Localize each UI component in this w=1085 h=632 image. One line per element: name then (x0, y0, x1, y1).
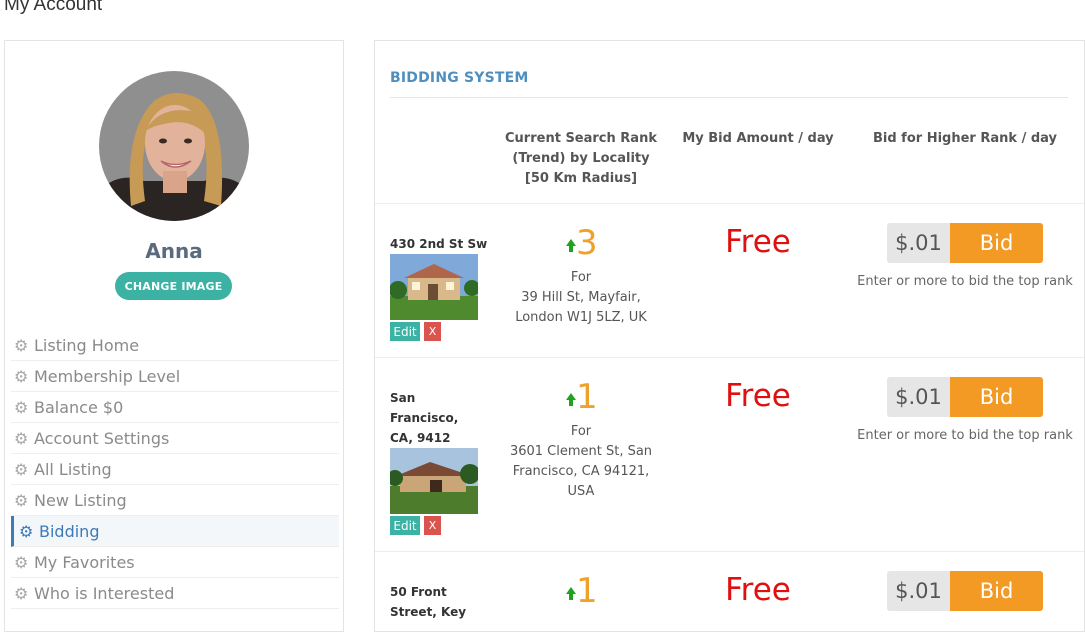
bidding-panel: BIDDING SYSTEM Current Search Rank (Tren… (374, 40, 1085, 632)
gear-icon: ⚙ (14, 397, 29, 417)
sidebar-item-label: All Listing (34, 459, 112, 479)
sidebar-item-new-listing[interactable]: ⚙ New Listing (11, 485, 339, 516)
delete-button[interactable]: X (424, 516, 441, 535)
my-bid-amount: Free (725, 224, 791, 260)
sidebar-item-label: Bidding (39, 521, 100, 541)
bid-amount-input[interactable]: $.01 (887, 571, 950, 611)
divider (375, 551, 1084, 552)
listing-address: San Francisco, CA, 9412 (390, 391, 459, 445)
divider (390, 97, 1068, 98)
sidebar-item-all-listing[interactable]: ⚙ All Listing (11, 454, 339, 485)
locality-address: 39 Hill St, Mayfair, London W1J 5LZ, UK (515, 290, 647, 325)
avatar (99, 71, 249, 221)
column-header-my-bid: My Bid Amount / day (682, 131, 834, 146)
bid-button[interactable]: Bid (950, 571, 1043, 611)
sidebar-item-who-is-interested[interactable]: ⚙ Who is Interested (11, 578, 339, 609)
sidebar-menu: ⚙ Listing Home ⚙ Membership Level ⚙ Bala… (11, 330, 339, 609)
column-header-rank: Current Search Rank (Trend) by Locality … (505, 131, 657, 186)
sidebar-item-membership-level[interactable]: ⚙ Membership Level (11, 361, 339, 392)
edit-button[interactable]: Edit (390, 322, 420, 341)
gear-icon: ⚙ (14, 335, 29, 355)
search-rank: 3 (576, 223, 598, 263)
bid-control: $.01 Bid (887, 223, 1043, 263)
listing-thumbnail[interactable] (390, 448, 478, 514)
sidebar-item-label: Balance $0 (34, 397, 124, 417)
gear-icon: ⚙ (14, 552, 29, 572)
bid-control: $.01 Bid (887, 571, 1043, 611)
gear-icon: ⚙ (14, 490, 29, 510)
divider (375, 357, 1084, 358)
sidebar-item-label: Listing Home (34, 335, 140, 355)
change-image-button[interactable]: CHANGE IMAGE (115, 272, 232, 300)
bid-amount-input[interactable]: $.01 (887, 377, 950, 417)
gear-icon: ⚙ (14, 366, 29, 386)
bid-help-text: Enter or more to bid the top rank (857, 274, 1073, 289)
locality-address: 3601 Clement St, San Francisco, CA 94121… (509, 444, 653, 499)
gear-icon: ⚙ (14, 583, 29, 603)
sidebar-item-label: Account Settings (34, 428, 170, 448)
sidebar-item-bidding[interactable]: ⚙ Bidding (11, 516, 339, 547)
sidebar: Anna CHANGE IMAGE ⚙ Listing Home ⚙ Membe… (4, 40, 344, 632)
for-label: For (570, 270, 592, 285)
listing-address: 430 2nd St Sw (390, 237, 488, 251)
delete-button[interactable]: X (424, 322, 441, 341)
my-bid-amount: Free (725, 378, 791, 414)
sidebar-item-account-settings[interactable]: ⚙ Account Settings (11, 423, 339, 454)
divider (375, 203, 1084, 204)
for-label: For (570, 424, 592, 439)
search-rank: 1 (576, 571, 598, 611)
bid-button[interactable]: Bid (950, 377, 1043, 417)
listing-address: 50 Front Street, Key (390, 585, 467, 619)
listing-thumbnail[interactable] (390, 254, 478, 320)
sidebar-item-listing-home[interactable]: ⚙ Listing Home (11, 330, 339, 361)
bid-help-text: Enter or more to bid the top rank (857, 428, 1073, 443)
bid-amount-input[interactable]: $.01 (887, 223, 950, 263)
page-title: My Account (4, 0, 103, 15)
sidebar-item-balance[interactable]: ⚙ Balance $0 (11, 392, 339, 423)
search-rank: 1 (576, 377, 598, 417)
sidebar-item-my-favorites[interactable]: ⚙ My Favorites (11, 547, 339, 578)
user-name: Anna (145, 239, 203, 263)
bid-control: $.01 Bid (887, 377, 1043, 417)
gear-icon: ⚙ (19, 521, 34, 541)
section-title: BIDDING SYSTEM (390, 70, 529, 86)
gear-icon: ⚙ (14, 428, 29, 448)
gear-icon: ⚙ (14, 459, 29, 479)
column-header-higher-rank: Bid for Higher Rank / day (872, 131, 1057, 146)
sidebar-item-label: My Favorites (34, 552, 135, 572)
sidebar-item-label: Who is Interested (34, 583, 175, 603)
bid-button[interactable]: Bid (950, 223, 1043, 263)
sidebar-item-label: New Listing (34, 490, 127, 510)
sidebar-item-label: Membership Level (34, 366, 181, 386)
edit-button[interactable]: Edit (390, 516, 420, 535)
my-bid-amount: Free (725, 572, 791, 608)
